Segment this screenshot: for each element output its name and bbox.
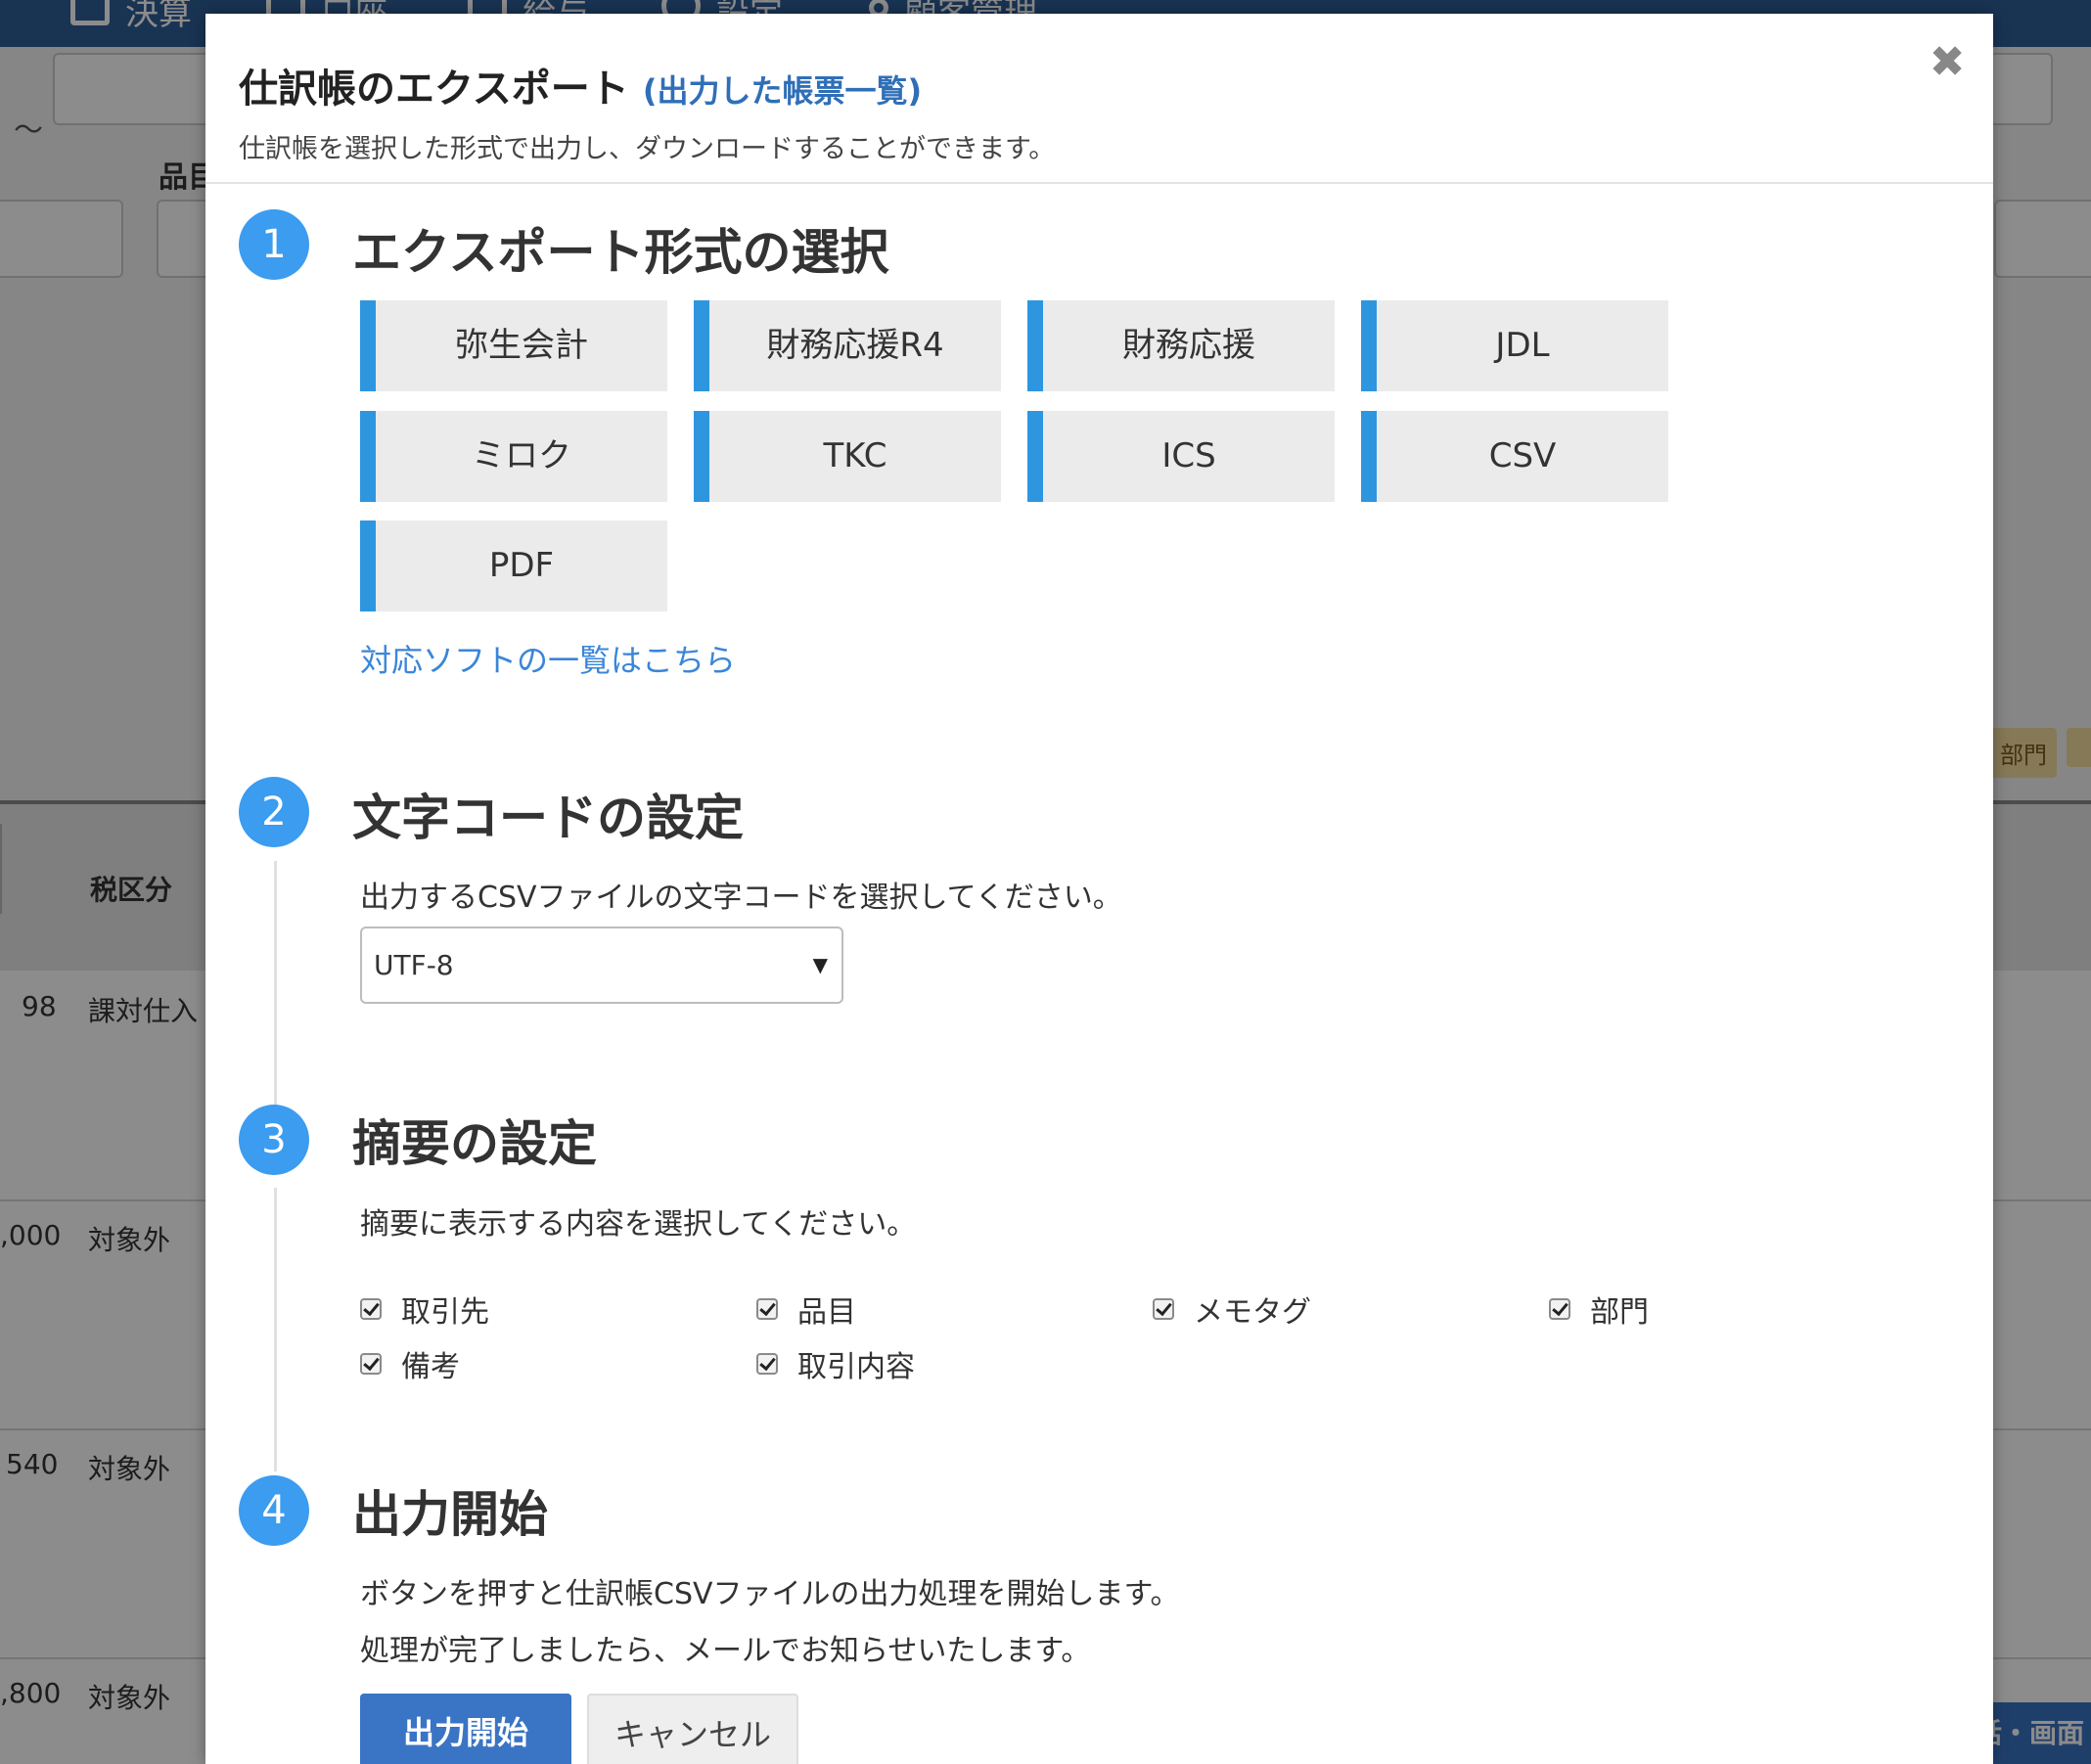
format-button-ics[interactable]: ICS — [1027, 411, 1335, 502]
cancel-button[interactable]: キャンセル — [587, 1694, 798, 1764]
step-title-format: エクスポート形式の選択 — [352, 224, 889, 281]
export-modal: 仕訳帳のエクスポート (出力した帳票一覧) 仕訳帳を選択した形式で出力し、ダウンロ… — [205, 14, 1993, 1764]
encoding-select[interactable]: UTF-8 ▼ — [360, 927, 843, 1004]
step-number-4: 4 — [239, 1475, 309, 1546]
step-number-3: 3 — [239, 1105, 309, 1175]
modal-title: 仕訳帳のエクスポート (出力した帳票一覧) — [239, 57, 922, 113]
format-button-zaimu[interactable]: 財務応援 — [1027, 300, 1335, 391]
format-button-csv[interactable]: CSV — [1361, 411, 1668, 502]
format-button-jdl[interactable]: JDL — [1361, 300, 1668, 391]
format-button-pdf[interactable]: PDF — [360, 520, 667, 611]
checkbox-remarks[interactable]: 備考 — [360, 1342, 460, 1384]
format-button-miroku[interactable]: ミロク — [360, 411, 667, 502]
start-export-button[interactable]: 出力開始 — [360, 1694, 571, 1764]
modal-header: 仕訳帳のエクスポート (出力した帳票一覧) 仕訳帳を選択した形式で出力し、ダウンロ… — [205, 14, 1993, 184]
checkbox-item[interactable]: 品目 — [756, 1288, 856, 1330]
checkbox-client[interactable]: 取引先 — [360, 1288, 489, 1330]
modal-description: 仕訳帳を選択した形式で出力し、ダウンロードすることができます。 — [239, 134, 1056, 164]
encoding-select-value: UTF-8 — [374, 949, 454, 981]
checkbox-checked-icon[interactable] — [360, 1353, 382, 1375]
step-title-summary: 摘要の設定 — [352, 1115, 597, 1172]
step-number-2: 2 — [239, 777, 309, 847]
supported-software-link[interactable]: 対応ソフトの一覧はこちら — [360, 636, 736, 681]
step-connector-line — [274, 861, 277, 1106]
encoding-instruction: 出力するCSVファイルの文字コードを選択してください。 — [360, 881, 1122, 915]
checkbox-checked-icon[interactable] — [756, 1353, 778, 1375]
close-icon[interactable]: ✖ — [1926, 41, 1969, 84]
modal-title-text: 仕訳帳のエクスポート — [239, 67, 629, 112]
output-history-link[interactable]: (出力した帳票一覧) — [643, 72, 922, 110]
checkbox-checked-icon[interactable] — [1153, 1298, 1174, 1320]
start-instruction-2: 処理が完了しましたら、メールでお知らせいたします。 — [360, 1634, 1091, 1668]
caret-down-icon: ▼ — [812, 953, 828, 976]
step-connector-line — [274, 1188, 277, 1471]
format-button-yayoi[interactable]: 弥生会計 — [360, 300, 667, 391]
step-title-encoding: 文字コードの設定 — [352, 790, 744, 846]
checkbox-checked-icon[interactable] — [1549, 1298, 1570, 1320]
step-number-1: 1 — [239, 209, 309, 280]
step-title-start: 出力開始 — [352, 1486, 548, 1543]
checkbox-transaction-detail[interactable]: 取引内容 — [756, 1342, 915, 1384]
checkbox-department[interactable]: 部門 — [1549, 1288, 1649, 1330]
summary-instruction: 摘要に表示する内容を選択してください。 — [360, 1207, 917, 1242]
checkbox-checked-icon[interactable] — [360, 1298, 382, 1320]
checkbox-checked-icon[interactable] — [756, 1298, 778, 1320]
start-instruction-1: ボタンを押すと仕訳帳CSVファイルの出力処理を開始します。 — [360, 1577, 1180, 1611]
format-button-tkc[interactable]: TKC — [694, 411, 1001, 502]
checkbox-memo-tag[interactable]: メモタグ — [1153, 1288, 1311, 1330]
format-button-zaimu-r4[interactable]: 財務応援R4 — [694, 300, 1001, 391]
